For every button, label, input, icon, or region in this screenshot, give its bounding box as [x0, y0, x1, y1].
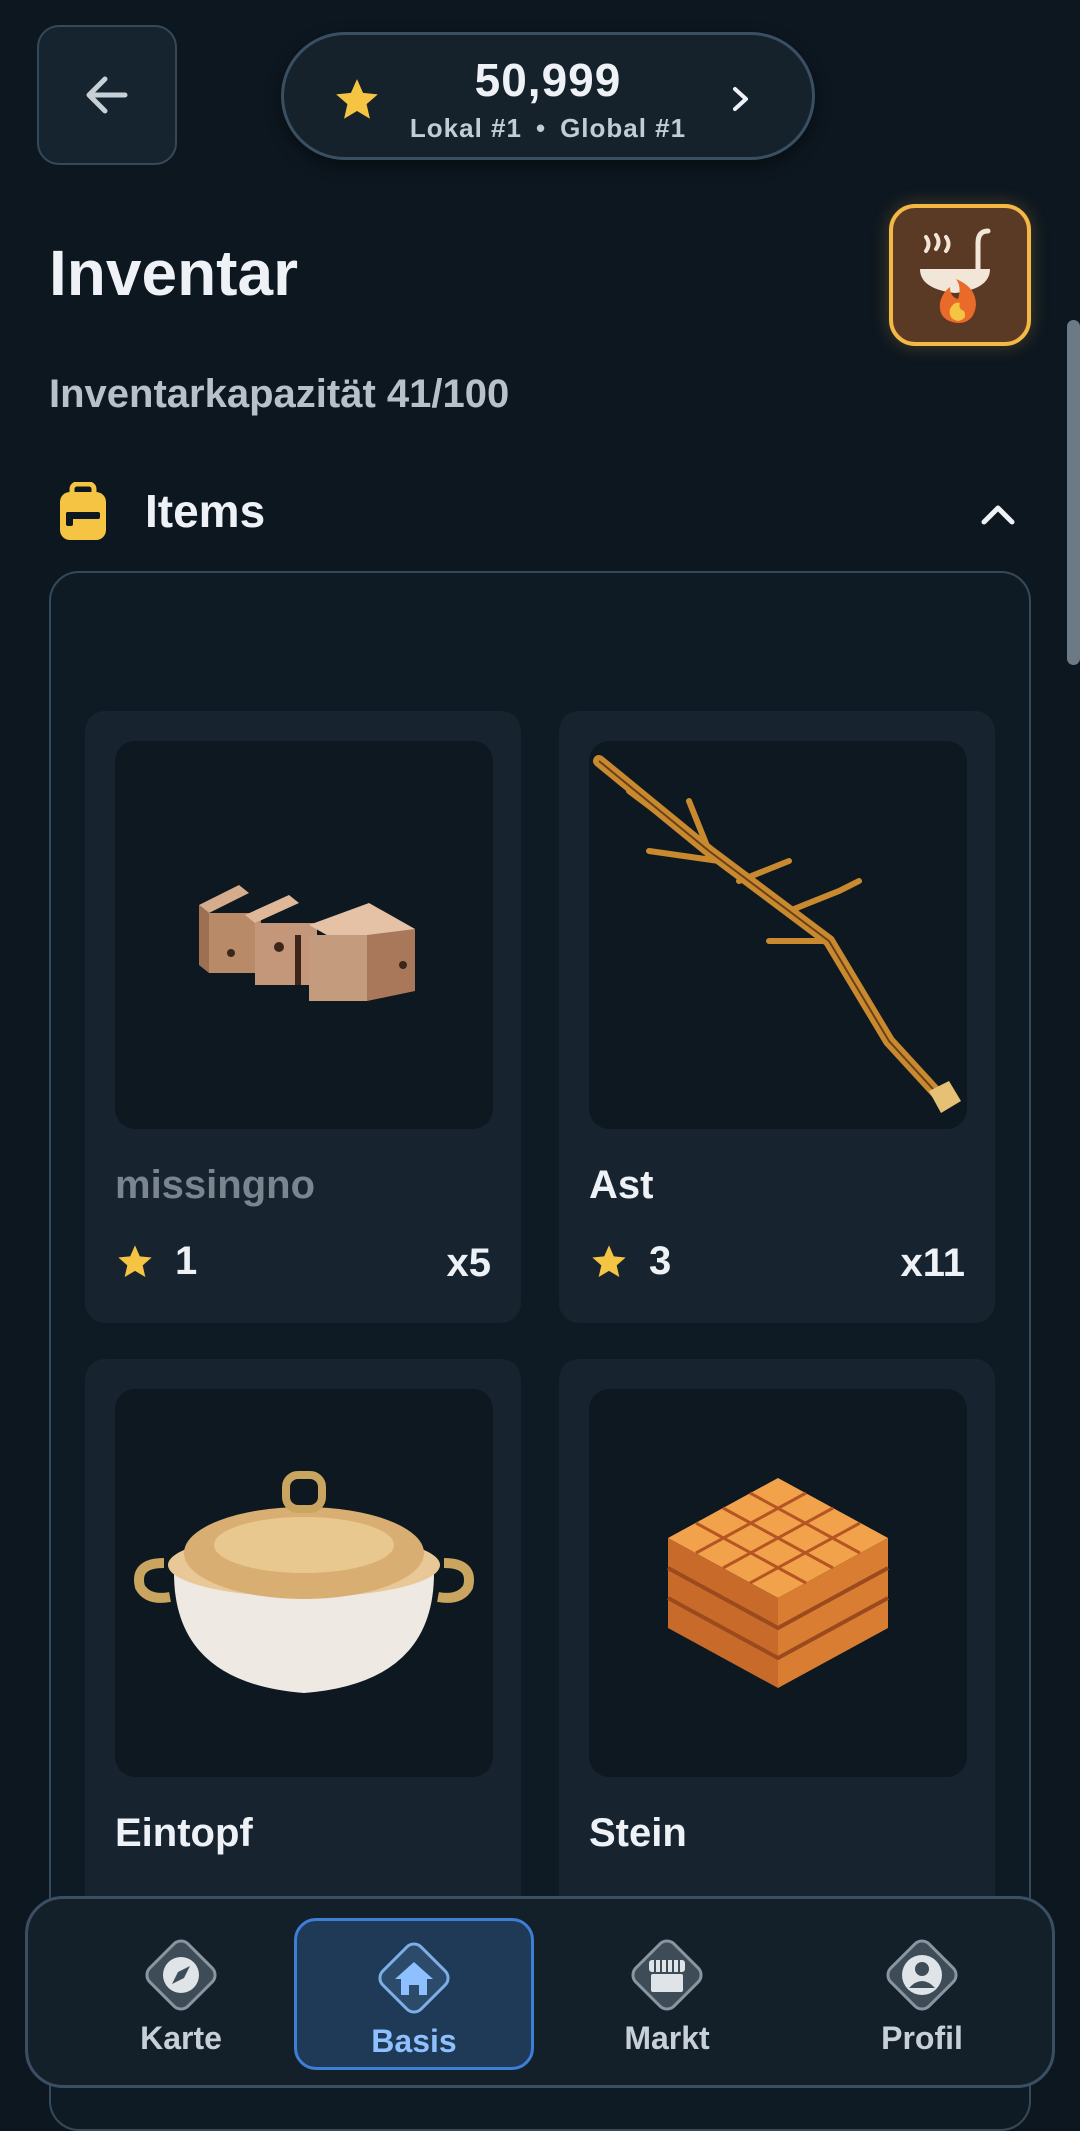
- item-quantity: x5: [446, 1241, 492, 1285]
- item-rating-value: 3: [649, 1239, 672, 1283]
- nav-label: Markt: [624, 2020, 710, 2056]
- stone-block-image: [667, 1478, 889, 1688]
- pot-image: [134, 1471, 474, 1693]
- item-name: Ast: [589, 1163, 654, 1207]
- backpack-icon: [60, 482, 106, 540]
- local-rank: Lokal #1: [409, 113, 522, 143]
- item-rating: 3: [589, 1239, 671, 1284]
- chevron-up-icon[interactable]: [978, 494, 1018, 534]
- brick-bar-image: [199, 885, 415, 1001]
- compass-icon: [145, 1939, 217, 2011]
- branch-image: [593, 755, 961, 1113]
- section-title: Items: [145, 485, 266, 537]
- item-rating-value: 1: [175, 1239, 198, 1283]
- item-thumbnail: [589, 1389, 967, 1777]
- item-thumbnail: [115, 741, 493, 1129]
- chevron-right-icon: [733, 87, 748, 111]
- shop-icon: [631, 1939, 703, 2011]
- user-icon: [886, 1939, 958, 2011]
- scrollbar[interactable]: [1067, 320, 1080, 665]
- rank-separator: •: [535, 113, 547, 143]
- home-icon: [378, 1942, 450, 2014]
- item-rating: 1: [115, 1239, 197, 1284]
- nav-label: Karte: [140, 2020, 222, 2056]
- inventory-capacity: Inventarkapazität 41/100: [49, 372, 510, 416]
- global-rank: Global #1: [560, 113, 687, 143]
- star-icon: [118, 1244, 152, 1277]
- bottom-navigation: Karte Basis Markt Profil: [25, 1896, 1055, 2088]
- item-card[interactable]: Eintopf: [85, 1359, 521, 1971]
- item-name: Stein: [589, 1811, 687, 1855]
- nav-item-basis[interactable]: Basis: [294, 1918, 534, 2070]
- item-card[interactable]: missingno 1 x5: [85, 711, 521, 1323]
- ladle-fire-icon: [920, 228, 991, 323]
- score-pill[interactable]: 50,999 Lokal #1 • Global #1: [281, 32, 815, 160]
- item-thumbnail: [115, 1389, 493, 1777]
- item-quantity: x11: [900, 1241, 965, 1285]
- page-title: Inventar: [49, 237, 298, 309]
- item-name: Eintopf: [115, 1811, 253, 1855]
- items-section-header[interactable]: Items: [58, 478, 1018, 548]
- item-card[interactable]: Ast 3 x11: [559, 711, 995, 1323]
- nav-item-karte[interactable]: Karte: [61, 1918, 301, 2070]
- cooking-button[interactable]: [889, 204, 1031, 346]
- nav-item-profil[interactable]: Profil: [802, 1918, 1042, 2070]
- star-icon: [592, 1244, 626, 1277]
- nav-label: Profil: [881, 2020, 963, 2056]
- back-button[interactable]: [37, 25, 177, 165]
- item-name: missingno: [115, 1163, 316, 1207]
- score-ranks: Lokal #1 • Global #1: [284, 113, 812, 144]
- nav-label: Basis: [371, 2023, 457, 2059]
- item-card[interactable]: Stein: [559, 1359, 995, 1971]
- arrow-left-icon: [86, 76, 128, 114]
- item-thumbnail: [589, 741, 967, 1129]
- nav-item-markt[interactable]: Markt: [547, 1918, 787, 2070]
